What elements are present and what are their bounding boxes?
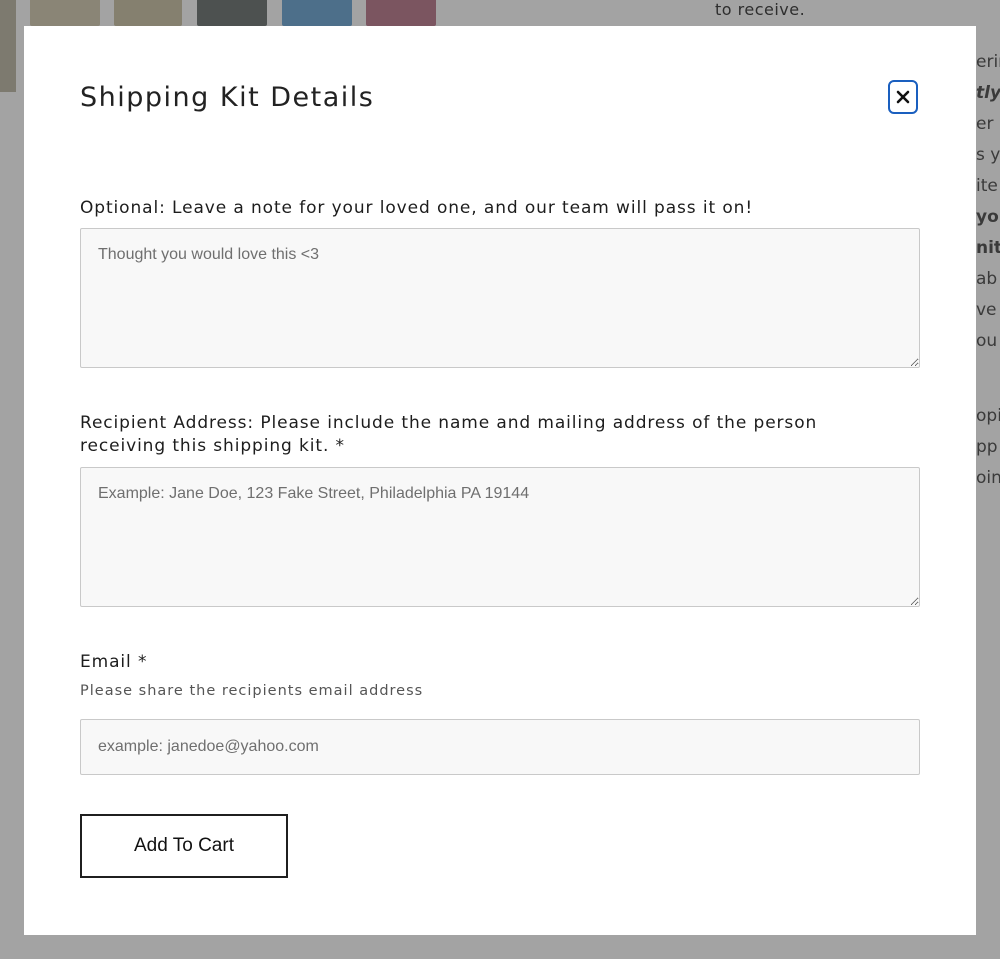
background-text-fragment: nit xyxy=(976,238,1000,258)
background-text-fragment: tly xyxy=(976,83,1000,103)
shipping-kit-modal: Shipping Kit Details Optional: Leave a n… xyxy=(24,26,976,935)
note-label: Optional: Leave a note for your loved on… xyxy=(80,198,754,218)
thumbnail-image xyxy=(197,0,267,26)
background-spacer xyxy=(976,360,1000,404)
address-label: Recipient Address: Please include the na… xyxy=(80,413,818,456)
background-text-fragment: you xyxy=(976,207,1000,227)
add-to-cart-button[interactable]: Add To Cart xyxy=(80,814,288,878)
background-text-fragment: s y xyxy=(976,145,1000,165)
email-sublabel: Please share the recipients email addres… xyxy=(80,683,424,699)
close-button[interactable] xyxy=(888,80,918,114)
address-textarea[interactable] xyxy=(80,467,920,607)
modal-title: Shipping Kit Details xyxy=(80,82,375,113)
product-thumbnails xyxy=(0,0,440,26)
background-text: to receive. xyxy=(715,0,806,19)
thumbnail-image xyxy=(366,0,436,26)
thumbnail-image xyxy=(30,0,100,26)
background-text-fragment: ite xyxy=(976,176,998,196)
close-icon xyxy=(896,90,910,104)
background-text-fragment: opi xyxy=(976,406,1000,426)
background-text-fragment: ou xyxy=(976,331,998,351)
background-text-fragment: oin xyxy=(976,468,1000,488)
background-text-fragment: erir xyxy=(976,52,1000,72)
background-text-fragment: pp xyxy=(976,437,998,457)
thumbnail-image xyxy=(114,0,182,26)
background-text-fragment: er b xyxy=(976,114,1000,134)
background-text-fragment: ve xyxy=(976,300,997,320)
thumbnail-image xyxy=(282,0,352,26)
background-text-column: erir tly er b s y ite you nit ab ve ou o… xyxy=(976,50,1000,497)
note-textarea[interactable] xyxy=(80,228,920,368)
email-label: Email * xyxy=(80,652,148,672)
email-input[interactable] xyxy=(80,719,920,775)
background-text-fragment: ab xyxy=(976,269,998,289)
